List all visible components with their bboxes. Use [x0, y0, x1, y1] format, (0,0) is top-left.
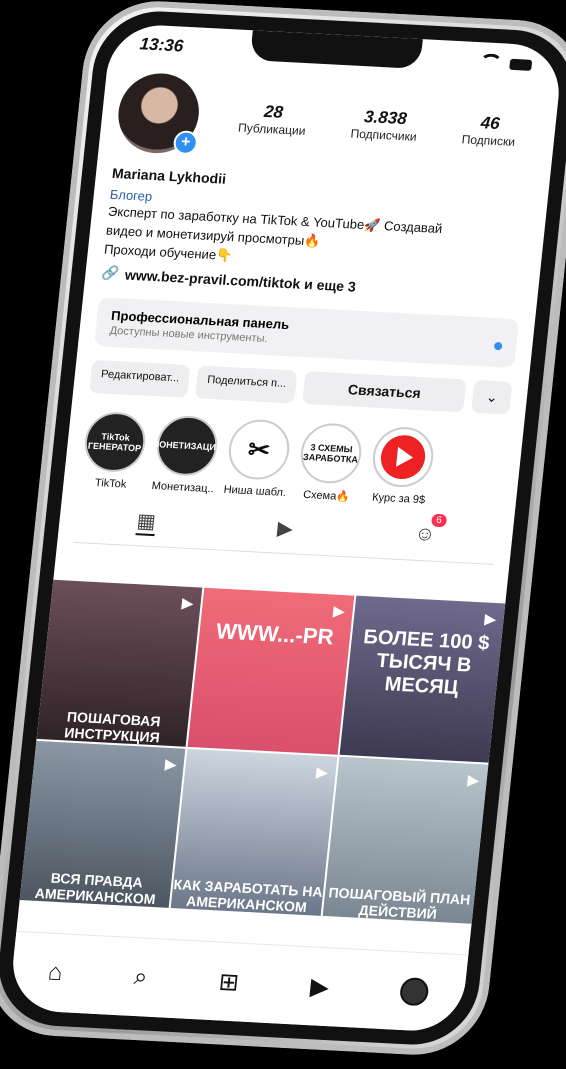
status-time: 13:36: [138, 34, 185, 56]
reel-icon: ▶: [315, 763, 329, 781]
battery-icon: [509, 58, 533, 71]
chevron-down-icon[interactable]: ⌄: [471, 379, 513, 415]
highlight-tiktok[interactable]: TikTok ГЕНЕРАТОР TikTok: [79, 410, 149, 493]
reel-icon: ▶: [181, 594, 194, 612]
capcut-icon: ✂: [225, 418, 293, 481]
post-tile[interactable]: ▶ КАК ЗАРАБОТАТЬ НА АМЕРИКАНСКОМ: [170, 748, 338, 916]
stat-following[interactable]: 46 Подписки: [461, 112, 518, 149]
contact-button[interactable]: Связаться: [302, 371, 467, 413]
add-story-icon[interactable]: +: [172, 130, 199, 156]
add-post-icon[interactable]: ⊞: [217, 967, 240, 997]
reel-icon: ▶: [467, 771, 480, 789]
stat-posts[interactable]: 28 Публикации: [237, 101, 308, 138]
grid-tab-icon[interactable]: ▦: [135, 508, 158, 537]
reel-icon: ▶: [164, 755, 177, 773]
home-icon[interactable]: ⌂: [47, 959, 64, 988]
wifi-icon: [478, 53, 503, 73]
reels-icon[interactable]: ▶: [309, 972, 331, 1002]
tagged-badge: 6: [430, 513, 448, 528]
highlight-course[interactable]: Курс за 9$: [367, 425, 437, 508]
play-icon: [378, 434, 428, 481]
share-profile-button[interactable]: Поделиться п...: [195, 365, 298, 404]
post-tile[interactable]: ▶ WWW...-PR: [187, 587, 354, 755]
reel-icon: ▶: [484, 610, 497, 627]
reels-tab-icon[interactable]: ▶: [276, 516, 294, 544]
profile-avatar-icon[interactable]: [398, 977, 430, 1007]
highlight-niche[interactable]: ✂ Ниша шабл...: [223, 418, 293, 500]
posts-grid: ▶ ПОШАГОВАЯ ИНСТРУКЦИЯ ▶ WWW...-PR ▶ БОЛ…: [19, 579, 506, 924]
action-buttons: Редактироват... Поделиться п... Связатьс…: [89, 359, 513, 415]
reel-icon: ▶: [332, 602, 346, 620]
post-tile[interactable]: ▶ БОЛЕЕ 100 $ ТЫСЯЧ В МЕСЯЦ: [339, 595, 506, 763]
edit-profile-button[interactable]: Редактироват...: [89, 359, 191, 398]
post-tile[interactable]: ▶ ВСЯ ПРАВДА АМЕРИКАНСКОМ: [19, 740, 186, 908]
post-tile[interactable]: ▶ ПОШАГОВАЯ ИНСТРУКЦИЯ: [36, 579, 203, 747]
story-highlights: TikTok ГЕНЕРАТОР TikTok МОНЕТИЗАЦИЯ Моне…: [79, 410, 507, 512]
highlight-scheme[interactable]: 3 СХЕМЫ ЗАРАБОТКА Схема🔥: [295, 421, 365, 504]
stat-followers[interactable]: 3.838 Подписчики: [350, 107, 420, 144]
link-icon: 🔗: [100, 264, 120, 282]
search-icon[interactable]: ⌕: [132, 963, 149, 992]
phone-mockup: 13:36 + 28 Публикации 3.838 Подписчики 4…: [0, 0, 566, 1059]
tagged-tab-icon[interactable]: ☺ 6: [413, 513, 448, 551]
professional-dashboard[interactable]: Профессиональная панель Доступны новые и…: [93, 297, 520, 368]
avatar[interactable]: +: [114, 71, 203, 156]
profile-tabs: ▦ ▶ ☺ 6: [73, 505, 498, 565]
profile-section: + 28 Публикации 3.838 Подписчики 46 Подп…: [73, 71, 543, 565]
post-tile[interactable]: ▶ ПОШАГОВЫЙ ПЛАН ДЕЙСТВИЙ: [322, 756, 489, 924]
highlight-monetization[interactable]: МОНЕТИЗАЦИЯ Монетизац...: [151, 414, 223, 496]
profile-stats: 28 Публикации 3.838 Подписчики 46 Подпис…: [215, 99, 541, 150]
